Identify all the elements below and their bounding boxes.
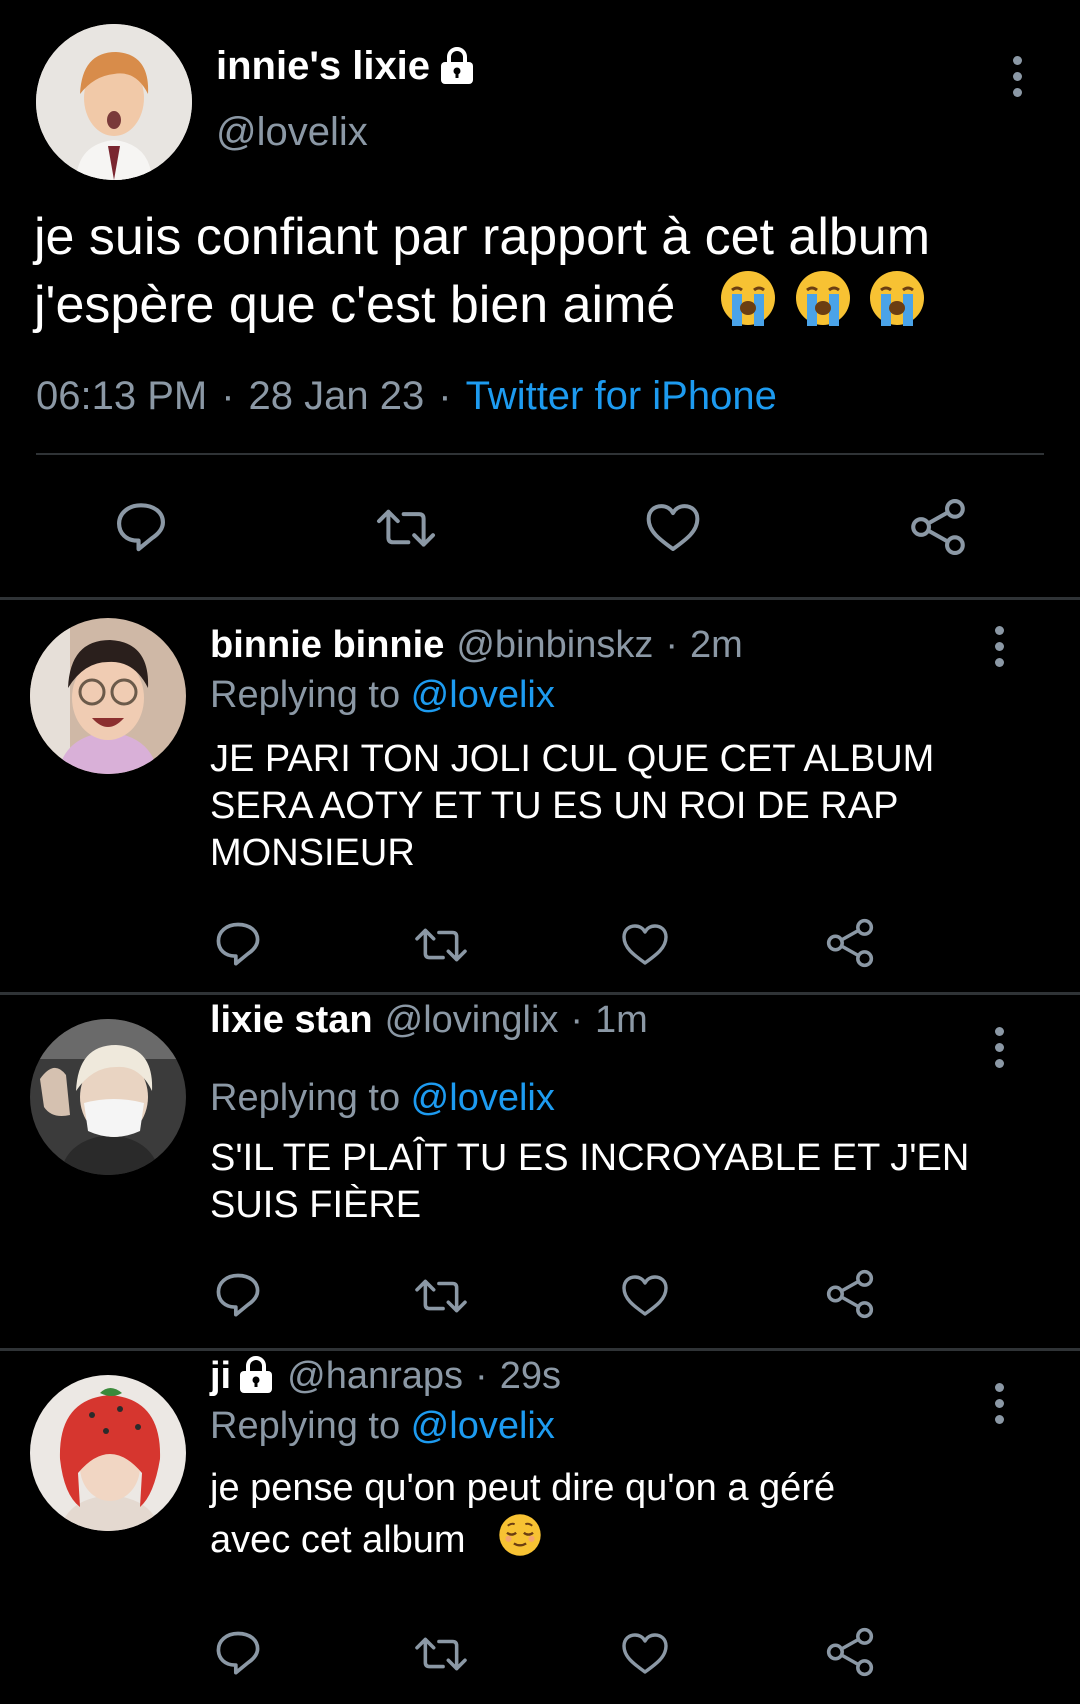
reply-tweet[interactable]: binnie binnie @binbinskz · 2m Replying t… — [0, 600, 1080, 993]
reply-icon[interactable] — [214, 918, 262, 968]
mention-link[interactable]: @lovelix — [411, 1077, 555, 1119]
more-icon[interactable] — [995, 1383, 1004, 1424]
reply-text-line: avec cet album — [210, 1519, 466, 1561]
avatar-photo — [30, 1019, 186, 1175]
display-name[interactable]: ji — [210, 1355, 231, 1398]
main-tweet: innie's lixie @lovelix je suis confiant … — [0, 0, 1080, 600]
header-separator: · — [665, 624, 678, 666]
reply-header: lixie stan @lovinglix · 1m — [210, 993, 648, 1047]
reply-time: 1m — [595, 998, 648, 1041]
reply-text-line: MONSIEUR — [210, 832, 415, 874]
share-icon[interactable] — [826, 1627, 874, 1677]
like-icon[interactable] — [620, 920, 670, 968]
tweet-thread-screen: innie's lixie @lovelix je suis confiant … — [0, 0, 1080, 1704]
replying-to-label: Replying to — [210, 1405, 411, 1447]
avatar[interactable] — [30, 1019, 186, 1175]
avatar-photo — [30, 618, 186, 774]
header-separator: · — [475, 1354, 488, 1397]
replying-to: Replying to @lovelix — [210, 1077, 555, 1120]
tweet-date: 28 Jan 23 — [248, 374, 425, 418]
retweet-icon[interactable] — [412, 1271, 470, 1319]
loudly-crying-face-emoji — [868, 269, 926, 328]
divider — [36, 453, 1044, 455]
retweet-icon[interactable] — [412, 1629, 470, 1677]
reply-text-line: je pense qu'on peut dire qu'on a géré — [210, 1467, 836, 1509]
like-icon[interactable] — [644, 500, 702, 554]
lock-icon — [439, 46, 476, 86]
user-handle[interactable]: @lovinglix — [385, 999, 559, 1042]
reply-icon[interactable] — [214, 1627, 262, 1677]
tweet-text-line: j'espère que c'est bien aimé — [34, 276, 676, 334]
lock-icon — [238, 1356, 275, 1395]
mention-link[interactable]: @lovelix — [411, 1405, 555, 1447]
retweet-icon[interactable] — [372, 500, 440, 554]
display-name[interactable]: lixie stan — [210, 999, 373, 1042]
reply-header: ji @hanraps · 29s — [210, 1349, 561, 1403]
user-handle[interactable]: @binbinskz — [456, 624, 653, 667]
tweet-text: je suis confiant par rapport à cet album… — [34, 206, 1044, 336]
reply-text-line: JE PARI TON JOLI CUL QUE CET ALBUM — [210, 738, 935, 780]
replying-to: Replying to @lovelix — [210, 1405, 555, 1448]
avatar[interactable] — [30, 1375, 186, 1531]
tweet-actions — [0, 490, 1080, 560]
reply-text-line: S'IL TE PLAÎT TU ES INCROYABLE ET J'EN — [210, 1137, 970, 1179]
display-name-text[interactable]: innie's lixie — [216, 44, 430, 89]
loudly-crying-face-emoji — [794, 269, 852, 328]
retweet-icon[interactable] — [412, 920, 470, 968]
share-icon[interactable] — [910, 498, 966, 556]
tweet-text-line-with-emoji: j'espère que c'est bien aimé — [34, 268, 1044, 336]
meta-separator: · — [438, 374, 452, 418]
display-name[interactable]: innie's lixie — [216, 44, 476, 89]
reply-tweet[interactable]: ji @hanraps · 29s Replying to @lovelix j… — [0, 1351, 1080, 1704]
meta-separator: · — [221, 374, 235, 418]
user-handle[interactable]: @hanraps — [287, 1355, 463, 1398]
tweet-meta: 06:13 PM · 28 Jan 23 · Twitter for iPhone — [36, 374, 777, 419]
reply-time: 29s — [499, 1354, 561, 1397]
reply-text: JE PARI TON JOLI CUL QUE CET ALBUM SERA … — [210, 736, 1030, 877]
user-handle[interactable]: @lovelix — [216, 110, 368, 155]
more-icon[interactable] — [1013, 56, 1022, 97]
reply-text-line: SERA AOTY ET TU ES UN ROI DE RAP — [210, 785, 899, 827]
like-icon[interactable] — [620, 1629, 670, 1677]
avatar[interactable] — [36, 24, 192, 180]
replying-to-label: Replying to — [210, 1077, 411, 1119]
tweet-source-link[interactable]: Twitter for iPhone — [466, 374, 777, 418]
reply-text-line-with-emoji: avec cet album — [210, 1512, 1030, 1564]
reply-header: binnie binnie @binbinskz · 2m — [210, 624, 743, 667]
share-icon[interactable] — [826, 1269, 874, 1319]
reply-icon[interactable] — [214, 1269, 262, 1319]
share-icon[interactable] — [826, 918, 874, 968]
display-name[interactable]: binnie binnie — [210, 624, 444, 667]
reply-text: S'IL TE PLAÎT TU ES INCROYABLE ET J'EN S… — [210, 1135, 1070, 1229]
reply-text: je pense qu'on peut dire qu'on a géré av… — [210, 1465, 1030, 1564]
header-separator: · — [570, 998, 584, 1041]
more-icon[interactable] — [995, 626, 1004, 667]
avatar-photo — [36, 24, 192, 180]
tweet-text-line: je suis confiant par rapport à cet album — [34, 208, 931, 266]
avatar[interactable] — [30, 618, 186, 774]
reply-icon[interactable] — [113, 498, 169, 554]
like-icon[interactable] — [620, 1271, 670, 1319]
relieved-face-emoji — [497, 1513, 542, 1557]
reply-text-line: SUIS FIÈRE — [210, 1184, 422, 1226]
avatar-photo — [30, 1375, 186, 1531]
loudly-crying-face-emoji — [719, 269, 777, 328]
more-icon[interactable] — [995, 1027, 1004, 1068]
mention-link[interactable]: @lovelix — [411, 674, 555, 716]
tweet-time: 06:13 PM — [36, 374, 208, 418]
replying-to: Replying to @lovelix — [210, 674, 555, 717]
replying-to-label: Replying to — [210, 674, 411, 716]
reply-tweet[interactable]: lixie stan @lovinglix · 1m Replying to @… — [0, 995, 1080, 1349]
reply-time: 2m — [689, 624, 743, 666]
